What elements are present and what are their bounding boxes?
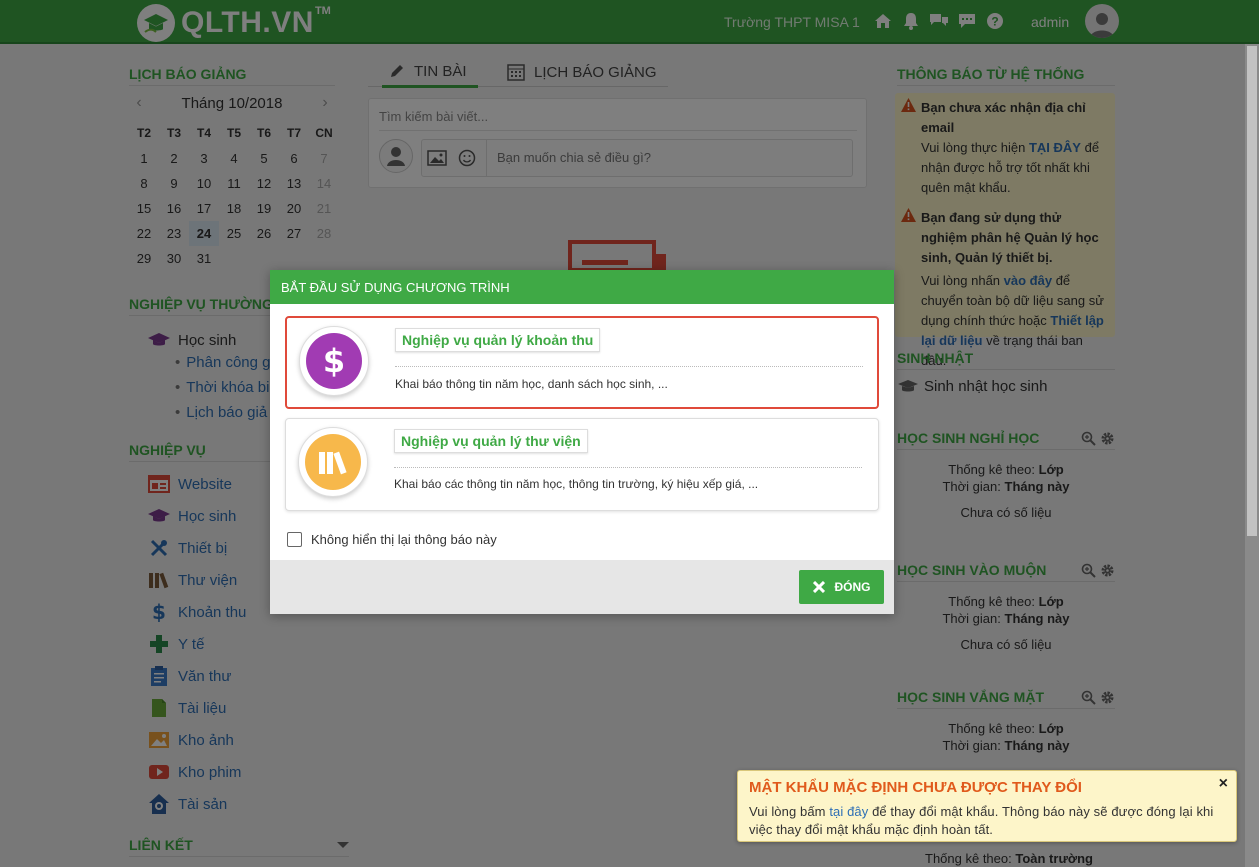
scrollbar-thumb[interactable] bbox=[1247, 46, 1257, 536]
dont-show-again-checkbox[interactable]: Không hiển thị lại thông báo này bbox=[287, 532, 497, 547]
books-icon bbox=[305, 434, 361, 490]
dont-show-again-label: Không hiển thị lại thông báo này bbox=[311, 532, 497, 547]
page-scrollbar[interactable] bbox=[1245, 44, 1259, 867]
option-library-title: Nghiệp vụ quản lý thư viện bbox=[394, 429, 588, 453]
option-fee-management[interactable]: $ Nghiệp vụ quản lý khoản thu Khai báo t… bbox=[285, 316, 879, 409]
modal-title: BẮT ĐẦU SỬ DỤNG CHƯƠNG TRÌNH bbox=[270, 270, 894, 304]
dollar-icon: $ bbox=[306, 333, 362, 389]
option-library-management[interactable]: Nghiệp vụ quản lý thư viện Khai báo các … bbox=[285, 418, 879, 511]
option-fee-title: Nghiệp vụ quản lý khoản thu bbox=[395, 328, 601, 352]
password-warning-toast: MẬT KHẨU MẶC ĐỊNH CHƯA ĐƯỢC THAY ĐỔI × V… bbox=[737, 770, 1237, 842]
checkbox-box[interactable] bbox=[287, 532, 302, 547]
close-x-icon bbox=[812, 581, 825, 593]
svg-text:$: $ bbox=[323, 343, 345, 379]
toast-message: Vui lòng bấm tại đây để thay đổi mật khẩ… bbox=[749, 804, 1214, 837]
toast-title: MẬT KHẨU MẶC ĐỊNH CHƯA ĐƯỢC THAY ĐỔI bbox=[749, 779, 1082, 796]
toast-change-password-link[interactable]: tại đây bbox=[829, 804, 868, 819]
option-fee-desc: Khai báo thông tin năm học, danh sách họ… bbox=[395, 377, 668, 391]
modal-footer: ĐÓNG bbox=[270, 560, 894, 614]
close-button[interactable]: ĐÓNG bbox=[799, 570, 884, 604]
toast-close-icon[interactable]: × bbox=[1219, 775, 1228, 793]
getting-started-modal: BẮT ĐẦU SỬ DỤNG CHƯƠNG TRÌNH $ Nghiệp vụ… bbox=[270, 270, 894, 614]
option-library-desc: Khai báo các thông tin năm học, thông ti… bbox=[394, 477, 759, 491]
